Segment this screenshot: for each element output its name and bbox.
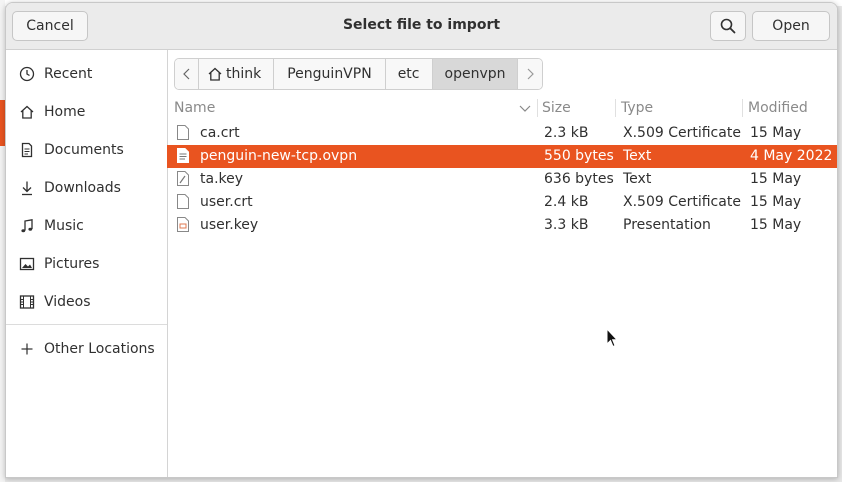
breadcrumb: think PenguinVPN etc openvpn [174, 58, 544, 90]
crumb-label: PenguinVPN [287, 66, 372, 82]
sidebar-item-label: Home [44, 104, 86, 120]
table-row[interactable]: user.crt 2.4 kB X.509 Certificate 15 May [167, 191, 837, 214]
file-type: X.509 Certificate [623, 194, 741, 210]
file-list-header: Name Size Type Modified [167, 98, 837, 118]
file-type: Text [623, 148, 652, 164]
sidebar-item-label: Pictures [44, 256, 100, 272]
presentation-file-icon [177, 217, 189, 232]
sidebar-item-recent[interactable]: Recent [6, 56, 167, 92]
column-separator [537, 99, 538, 117]
search-button[interactable] [710, 11, 746, 41]
certificate-file-icon [177, 194, 189, 209]
text-file-icon [177, 148, 189, 163]
file-type: Presentation [623, 217, 711, 233]
certificate-file-icon [177, 125, 189, 140]
file-chooser-dialog: Cancel Select file to import Open Recent… [5, 2, 838, 478]
video-icon [18, 293, 36, 311]
column-separator [615, 99, 616, 117]
crumb-label: think [226, 66, 262, 82]
crumb-think[interactable]: think [199, 59, 275, 89]
chevron-right-icon [528, 68, 535, 80]
table-row[interactable]: user.key 3.3 kB Presentation 15 May [167, 214, 837, 237]
column-header-modified[interactable]: Modified [748, 100, 808, 116]
chevron-left-icon [182, 68, 189, 80]
plus-icon [18, 340, 36, 358]
sidebar-item-label: Other Locations [44, 341, 155, 357]
clock-icon [18, 65, 36, 83]
file-modified: 4 May 2022 [750, 148, 833, 164]
column-header-type[interactable]: Type [621, 100, 653, 116]
file-name: ta.key [200, 171, 244, 187]
search-icon [720, 18, 736, 34]
crumb-openvpn[interactable]: openvpn [432, 59, 519, 89]
crumb-label: openvpn [444, 66, 506, 82]
sidebar-item-label: Downloads [44, 180, 121, 196]
column-separator [742, 99, 743, 117]
table-row[interactable]: ta.key 636 bytes Text 15 May [167, 168, 837, 191]
document-icon [18, 141, 36, 159]
file-name: user.crt [200, 194, 253, 210]
file-type: X.509 Certificate [623, 125, 741, 141]
sidebar-item-label: Recent [44, 66, 93, 82]
crumb-label: etc [397, 66, 420, 82]
sidebar-item-music[interactable]: Music [6, 208, 167, 244]
file-name: ca.crt [200, 125, 240, 141]
open-button[interactable]: Open [752, 11, 830, 41]
file-modified: 15 May [750, 171, 802, 187]
file-name: penguin-new-tcp.ovpn [200, 148, 358, 164]
sidebar-item-documents[interactable]: Documents [6, 132, 167, 168]
home-icon [18, 103, 36, 121]
sidebar-item-home[interactable]: Home [6, 94, 167, 130]
file-size: 550 bytes [544, 148, 614, 164]
sidebar-item-videos[interactable]: Videos [6, 284, 167, 320]
file-name: user.key [200, 217, 259, 233]
sidebar-item-downloads[interactable]: Downloads [6, 170, 167, 206]
music-icon [18, 217, 36, 235]
path-forward-button[interactable] [518, 59, 543, 89]
sidebar-item-pictures[interactable]: Pictures [6, 246, 167, 282]
file-size: 636 bytes [544, 171, 614, 187]
path-back-button[interactable] [175, 59, 199, 89]
file-size: 2.4 kB [544, 194, 589, 210]
sidebar-item-label: Videos [44, 294, 91, 310]
sidebar-item-other-locations[interactable]: Other Locations [6, 331, 167, 367]
column-header-name[interactable]: Name [174, 100, 215, 116]
file-size: 2.3 kB [544, 125, 589, 141]
sidebar-separator [6, 324, 167, 325]
table-row[interactable]: ca.crt 2.3 kB X.509 Certificate 15 May [167, 122, 837, 145]
picture-icon [18, 255, 36, 273]
file-size: 3.3 kB [544, 217, 589, 233]
download-icon [18, 179, 36, 197]
sidebar-item-label: Music [44, 218, 84, 234]
column-header-size[interactable]: Size [542, 100, 571, 116]
crumb-penguinvpn[interactable]: PenguinVPN [274, 59, 386, 89]
file-type: Text [623, 171, 652, 187]
sidebar-item-label: Documents [44, 142, 124, 158]
key-file-icon [177, 171, 189, 186]
places-sidebar: Recent Home Documents Downloads Music Pi… [6, 50, 168, 477]
file-modified: 15 May [750, 194, 802, 210]
mouse-pointer-icon [606, 328, 618, 348]
file-modified: 15 May [750, 217, 802, 233]
table-row[interactable]: penguin-new-tcp.ovpn 550 bytes Text 4 Ma… [167, 145, 837, 168]
home-icon [208, 67, 222, 81]
sort-chevron-down-icon[interactable] [519, 105, 531, 113]
crumb-etc[interactable]: etc [385, 59, 433, 89]
file-modified: 15 May [750, 125, 802, 141]
header-bar: Cancel Select file to import Open [6, 3, 837, 50]
